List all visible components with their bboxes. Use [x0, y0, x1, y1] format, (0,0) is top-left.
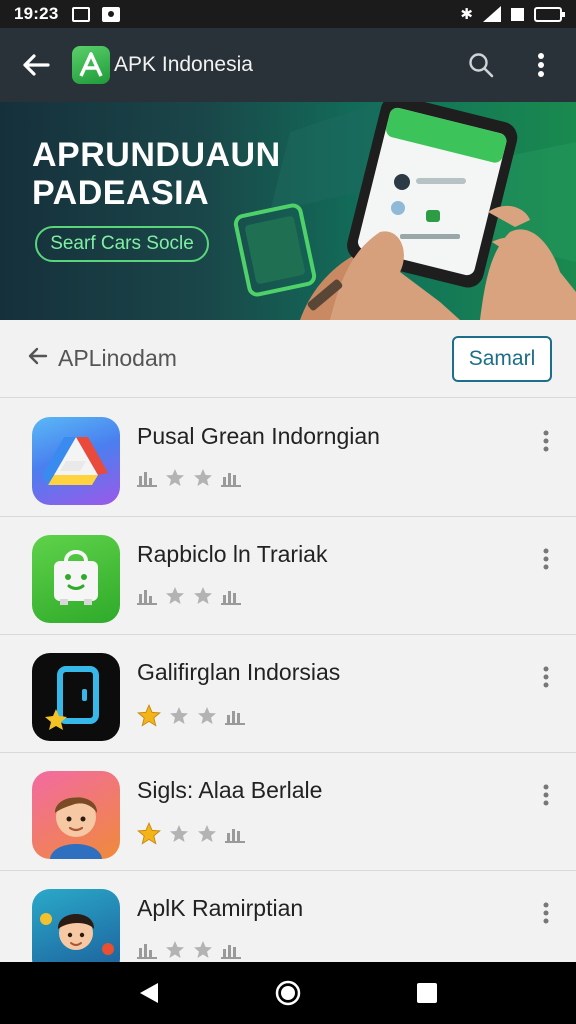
star-icon [170, 825, 188, 842]
star-icon [194, 469, 212, 486]
battery-icon [534, 6, 565, 22]
star-icon [166, 469, 184, 486]
app-name: Sigls: Alaa Berlale [137, 777, 323, 803]
rating-row [137, 586, 327, 606]
signal-icon [483, 6, 501, 22]
bluetooth-icon: ✱ [460, 6, 473, 23]
phone-in-hands-illustration [233, 102, 576, 320]
app-name: Galifirglan Indorsias [137, 659, 341, 685]
item-overflow-menu-icon[interactable] [542, 547, 550, 571]
item-overflow-menu-icon[interactable] [542, 783, 550, 807]
item-overflow-menu-icon[interactable] [542, 429, 550, 453]
section-action-button[interactable]: Samarl [452, 335, 552, 382]
more-options-icon[interactable] [524, 48, 558, 82]
bar-chart-icon [225, 711, 245, 725]
gold-star-icon [137, 822, 161, 845]
list-item[interactable]: Sigls: Alaa Berlale [0, 753, 576, 871]
star-icon [166, 941, 184, 958]
banner-cta-button[interactable]: Searf Cars Socle [35, 226, 209, 262]
bar-chart-icon [221, 945, 241, 959]
rating-row [137, 940, 303, 960]
list-item[interactable]: Galifirglan Indorsias [0, 635, 576, 753]
list-item[interactable]: Pusal Grean Indorngian [0, 399, 576, 517]
notification-icon [72, 6, 91, 22]
banner-title: APRUNDUAUN PADEASIA [32, 136, 281, 212]
drive-style-app-icon[interactable] [32, 417, 120, 505]
list-item[interactable]: Rapbiclo ln Trariak [0, 517, 576, 635]
bar-chart-icon [221, 473, 241, 487]
banner-title-line-1: APRUNDUAUN [32, 136, 281, 174]
camera-notification-icon [102, 6, 121, 22]
search-icon[interactable] [464, 48, 498, 82]
rating-row [137, 704, 340, 728]
nav-recents-icon[interactable] [407, 973, 447, 1013]
promo-banner[interactable]: APRUNDUAUN PADEASIA Searf Cars Socle [0, 102, 576, 320]
banner-title-line-2: PADEASIA [32, 174, 210, 212]
gold-star-icon [137, 704, 161, 727]
avatar-boy-app-icon[interactable] [32, 771, 120, 859]
app-name: AplK Ramirptian [137, 895, 304, 921]
app-name: Pusal Grean Indorngian [137, 423, 380, 449]
star-icon [198, 707, 216, 724]
android-shopping-bag-icon[interactable] [32, 535, 120, 623]
status-bar: 19:23 ✱ [0, 0, 576, 28]
back-arrow-icon[interactable] [18, 47, 54, 83]
item-overflow-menu-icon[interactable] [542, 665, 550, 689]
section-title: APLinodam [58, 345, 177, 371]
bar-chart-icon [137, 472, 157, 487]
bar-chart-icon [225, 829, 245, 843]
item-overflow-menu-icon[interactable] [542, 901, 550, 925]
system-nav-bar [0, 962, 576, 1024]
app-toolbar: APK Indonesia [0, 28, 576, 102]
apk-logo-icon [72, 46, 110, 84]
bar-chart-icon [137, 590, 157, 605]
star-icon [166, 587, 184, 604]
nav-back-icon[interactable] [129, 973, 169, 1013]
rating-row [137, 468, 380, 488]
rating-row [137, 822, 322, 846]
door-app-icon[interactable] [32, 653, 120, 741]
app-title: APK Indonesia [114, 53, 253, 76]
data-icon [511, 7, 524, 21]
app-list: Pusal Grean Indorngian Rapbiclo ln Trari… [0, 399, 576, 989]
star-icon [194, 941, 212, 958]
bar-chart-icon [137, 944, 157, 959]
section-header: APLinodam Samarl [0, 320, 576, 398]
nav-home-icon[interactable] [268, 973, 308, 1013]
star-icon [198, 825, 216, 842]
star-icon [194, 587, 212, 604]
app-name: Rapbiclo ln Trariak [137, 541, 328, 567]
status-time: 19:23 [14, 4, 59, 23]
star-icon [170, 707, 188, 724]
section-back-arrow-icon[interactable] [28, 346, 48, 371]
bar-chart-icon [221, 591, 241, 605]
